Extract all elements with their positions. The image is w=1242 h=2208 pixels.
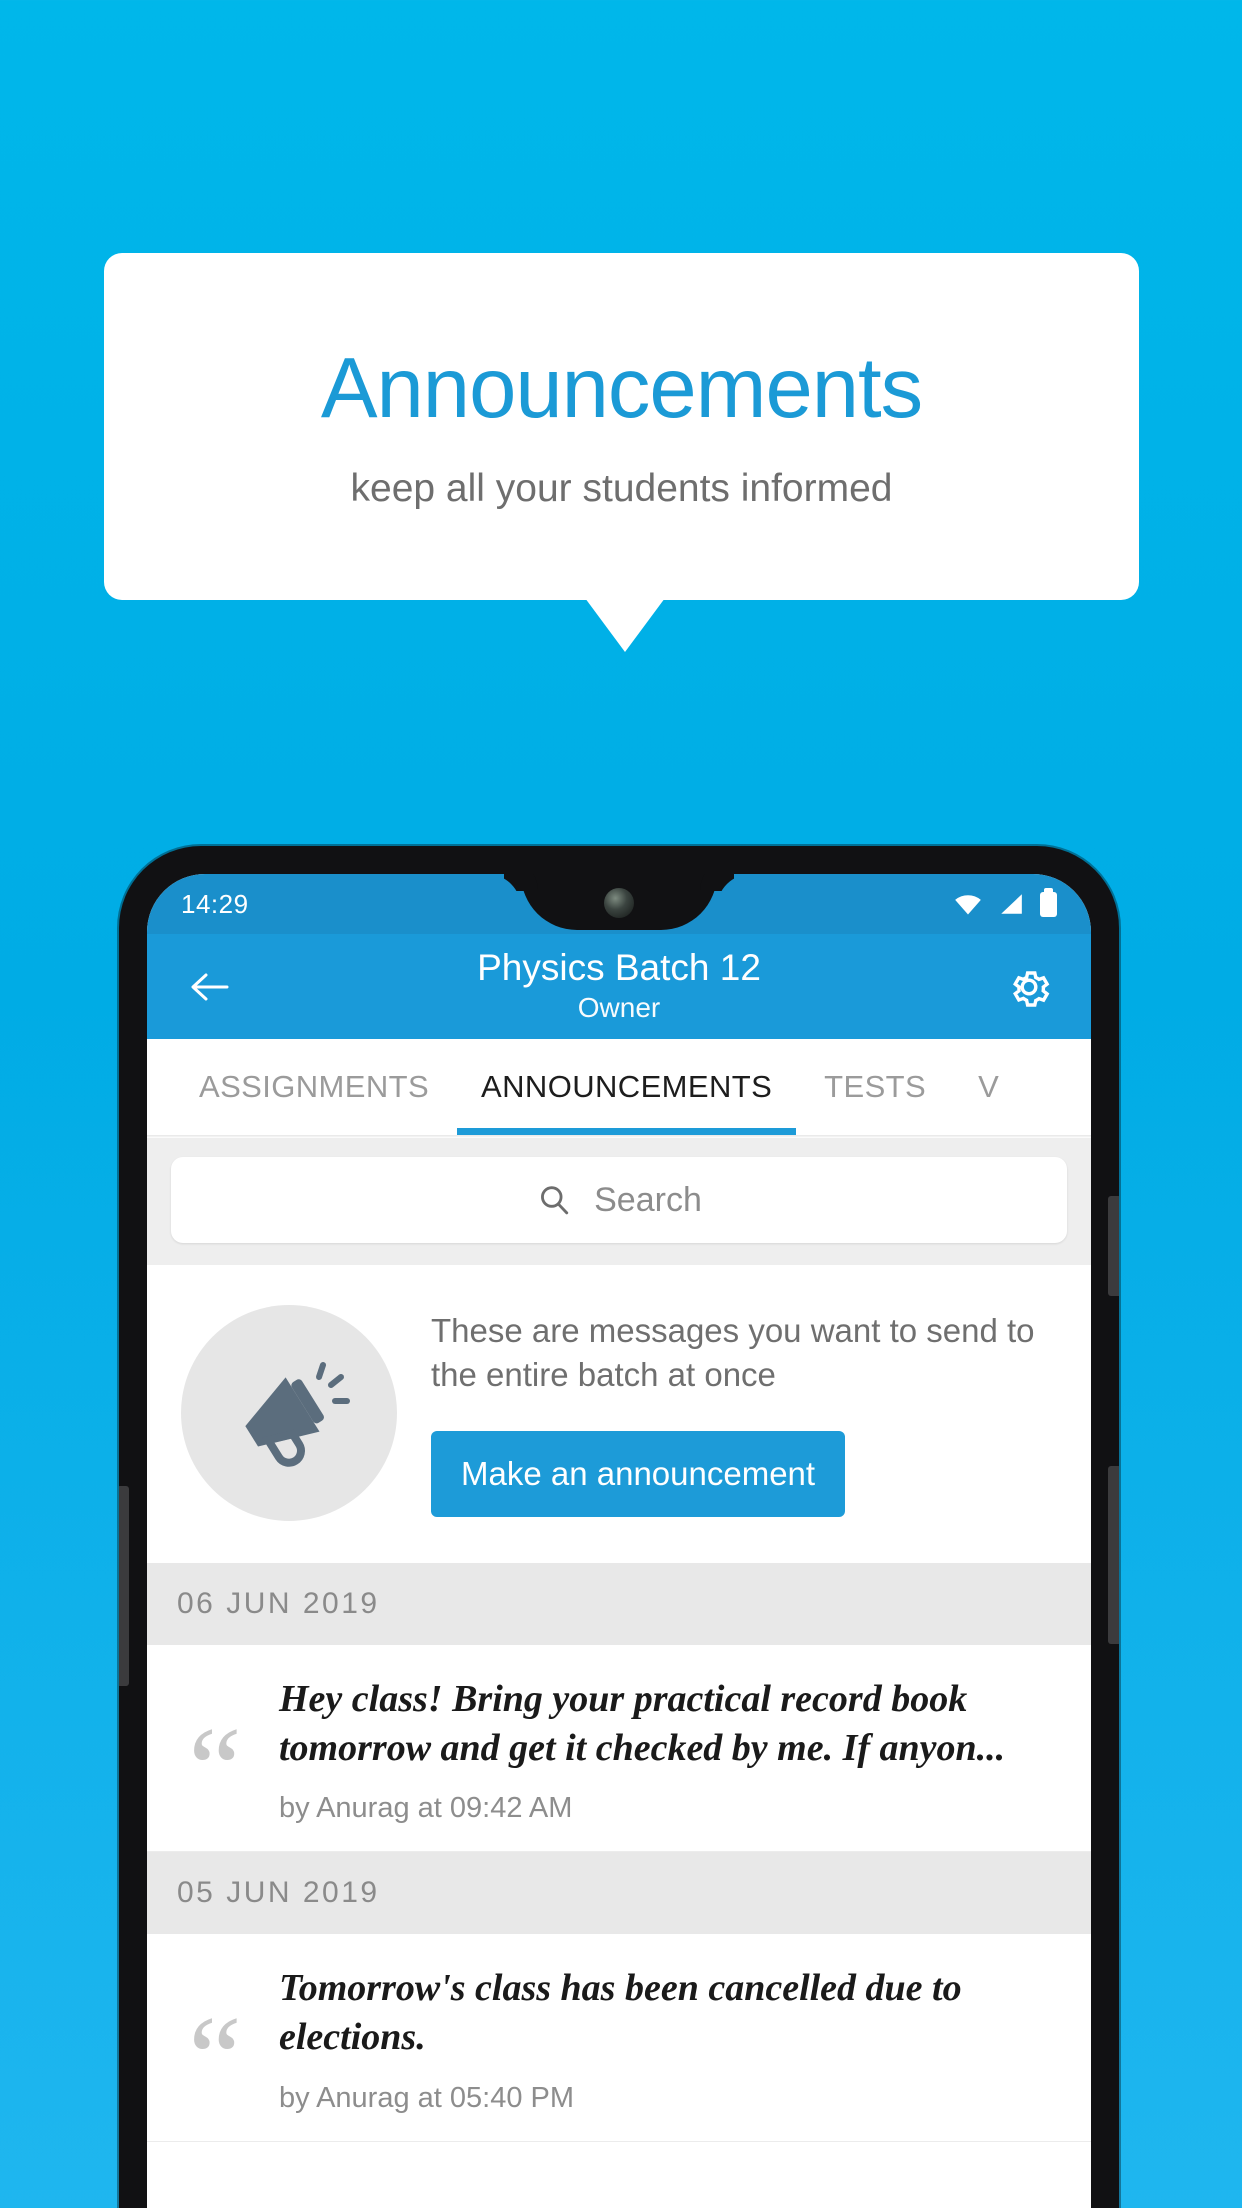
- back-button[interactable]: [181, 959, 237, 1015]
- promo-card: Announcements keep all your students inf…: [104, 253, 1139, 600]
- empty-state-card: These are messages you want to send to t…: [147, 1265, 1091, 1563]
- megaphone-icon: [245, 1362, 350, 1467]
- tab-announcements[interactable]: ANNOUNCEMENTS: [455, 1039, 798, 1135]
- announcement-body: Hey class! Bring your practical record b…: [279, 1675, 1065, 1825]
- announcement-meta: by Anurag at 05:40 PM: [279, 2081, 575, 2114]
- page-title: Physics Batch 12: [477, 947, 761, 989]
- page-subtitle: Owner: [577, 991, 661, 1023]
- wifi-icon: [955, 895, 981, 915]
- empty-state-content: These are messages you want to send to t…: [431, 1309, 1061, 1518]
- date-header: 05 JUN 2019: [147, 1852, 1091, 1935]
- search-input[interactable]: Search: [171, 1157, 1067, 1243]
- tab-assignments[interactable]: ASSIGNMENTS: [173, 1039, 455, 1135]
- quote-icon: “: [188, 1702, 242, 1836]
- announcement-text: Tomorrow's class has been cancelled due …: [279, 1967, 962, 2058]
- announcement-body: Tomorrow's class has been cancelled due …: [279, 1964, 1065, 2114]
- phone-screen: 14:29 Physics Batch 12 Owner ASSIGNMENTS…: [147, 874, 1091, 2208]
- app-bar: Physics Batch 12 Owner: [147, 934, 1091, 1039]
- tab-overflow[interactable]: V: [952, 1039, 1025, 1135]
- tab-bar[interactable]: ASSIGNMENTS ANNOUNCEMENTS TESTS V: [147, 1039, 1091, 1135]
- tab-tests[interactable]: TESTS: [798, 1039, 952, 1135]
- announcement-item[interactable]: “ Tomorrow's class has been cancelled du…: [147, 1934, 1091, 2142]
- status-bar-clock: 14:29: [181, 888, 249, 919]
- promo-subtitle: keep all your students informed: [350, 466, 893, 510]
- quote-icon: “: [188, 1991, 242, 2125]
- announcement-text: Hey class! Bring your practical record b…: [279, 1678, 1006, 1769]
- settings-button[interactable]: [1001, 959, 1057, 1015]
- status-bar-icons: [954, 887, 1057, 917]
- front-camera-icon: [604, 888, 634, 918]
- promo-title: Announcements: [320, 340, 923, 436]
- announcement-list: 06 JUN 2019 “ Hey class! Bring your prac…: [147, 1563, 1091, 2142]
- announcement-item[interactable]: “ Hey class! Bring your practical record…: [147, 1645, 1091, 1853]
- search-section: Search: [147, 1138, 1091, 1265]
- power-button[interactable]: [1108, 1196, 1119, 1296]
- date-header: 06 JUN 2019: [147, 1563, 1091, 1645]
- left-side-button[interactable]: [119, 1486, 129, 1686]
- search-icon: [541, 1186, 569, 1215]
- announcement-meta: by Anurag at 09:42 AM: [279, 1792, 573, 1825]
- cellular-signal-icon: [1001, 894, 1022, 914]
- make-announcement-button[interactable]: Make an announcement: [431, 1431, 846, 1518]
- phone-device: 14:29 Physics Batch 12 Owner ASSIGNMENTS…: [119, 846, 1119, 2208]
- status-bar: 14:29: [147, 874, 1091, 934]
- back-arrow-icon: [191, 973, 229, 1000]
- battery-icon: [1040, 887, 1057, 917]
- megaphone-badge: [181, 1305, 397, 1521]
- search-placeholder: Search: [594, 1180, 702, 1219]
- promo-bubble-tail: [585, 598, 665, 652]
- gear-icon: [1013, 970, 1050, 1007]
- app-bar-titles: Physics Batch 12 Owner: [147, 947, 1091, 1026]
- empty-state-description: These are messages you want to send to t…: [431, 1311, 1035, 1393]
- volume-button[interactable]: [1108, 1466, 1119, 1644]
